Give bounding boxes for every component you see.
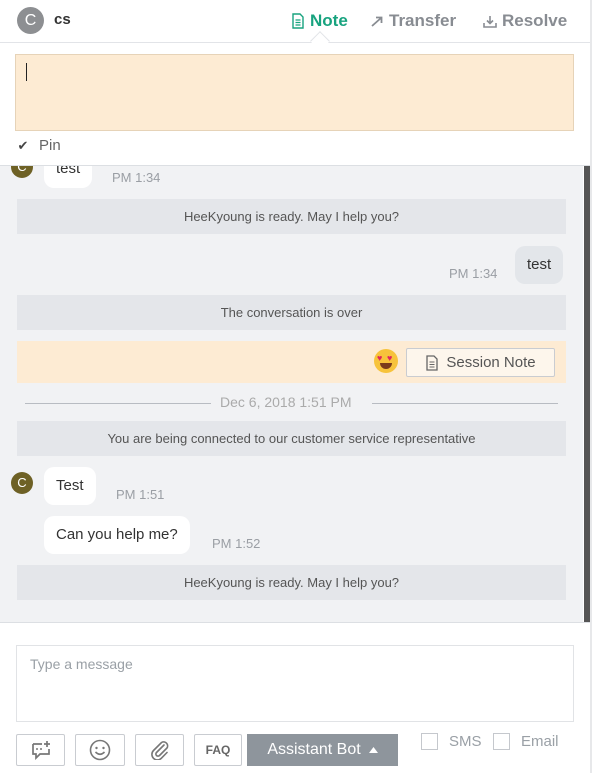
customer-message: Can you help me? [44, 516, 190, 554]
text-caret [26, 63, 27, 81]
session-note-row: ♥ ♥ Session Note [17, 341, 566, 383]
system-message: The conversation is over [17, 295, 566, 330]
date-separator: Dec 6, 2018 1:51 PM [25, 394, 558, 412]
sms-checkbox[interactable]: SMS [421, 733, 482, 750]
sms-label: SMS [449, 733, 482, 750]
message-time: PM 1:34 [112, 170, 161, 185]
assistant-bot-button[interactable]: Assistant Bot [247, 734, 398, 766]
smiley-icon [89, 739, 111, 761]
date-line-left [25, 403, 211, 404]
note-tab[interactable]: Note [291, 11, 348, 31]
message-time: PM 1:52 [212, 536, 261, 551]
note-icon [292, 13, 304, 29]
note-tab-label: Note [310, 11, 348, 30]
customer-message: Test [44, 467, 96, 505]
message-input[interactable]: Type a message [16, 645, 574, 722]
paperclip-icon [150, 741, 168, 760]
resolve-button[interactable]: Resolve [483, 11, 567, 31]
email-label: Email [521, 733, 559, 750]
date-text: Dec 6, 2018 1:51 PM [220, 394, 352, 410]
emoji-button[interactable] [75, 734, 125, 766]
heart-eyes-emoji-icon: ♥ ♥ [374, 349, 398, 373]
conversation-panel: C test PM 1:34 HeeKyoung is ready. May I… [0, 166, 583, 622]
resolve-label: Resolve [502, 11, 568, 30]
message-time: PM 1:34 [449, 266, 498, 281]
transfer-button[interactable]: Transfer [371, 11, 456, 31]
customer-name: cs [54, 11, 71, 28]
transfer-icon [371, 16, 383, 27]
document-icon [426, 354, 439, 371]
transfer-label: Transfer [389, 11, 457, 30]
customer-avatar: C [17, 7, 44, 34]
pin-checkbox[interactable]: ✔ Pin [15, 137, 61, 154]
chat-sparkle-icon [31, 741, 50, 760]
sms-checkbox-box [421, 733, 438, 750]
assistant-bot-label: Assistant Bot [267, 741, 361, 758]
canned-reply-button[interactable] [16, 734, 65, 766]
note-input[interactable] [15, 54, 574, 131]
checkmark-icon: ✔ [17, 137, 29, 153]
attach-file-button[interactable] [135, 734, 184, 766]
system-message: You are being connected to our customer … [17, 421, 566, 456]
email-checkbox[interactable]: Email [493, 733, 559, 750]
chat-header: C cs Note Transfer Resolve [0, 0, 590, 43]
agent-message: test [515, 246, 564, 284]
message-time: PM 1:51 [116, 487, 165, 502]
caret-up-icon [368, 747, 378, 753]
message-placeholder: Type a message [30, 656, 133, 672]
faq-button[interactable]: FAQ [194, 734, 242, 766]
email-checkbox-box [493, 733, 510, 750]
session-note-label: Session Note [446, 354, 536, 371]
pin-label: Pin [39, 137, 61, 154]
customer-small-avatar: C [11, 166, 33, 178]
system-message: HeeKyoung is ready. May I help you? [17, 565, 566, 600]
session-note-button[interactable]: Session Note [406, 348, 555, 377]
customer-small-avatar: C [11, 472, 33, 494]
customer-message: test [44, 166, 93, 188]
divider [0, 622, 590, 623]
date-line-right [372, 403, 558, 404]
system-message: HeeKyoung is ready. May I help you? [17, 199, 566, 234]
resolve-icon [483, 15, 497, 28]
